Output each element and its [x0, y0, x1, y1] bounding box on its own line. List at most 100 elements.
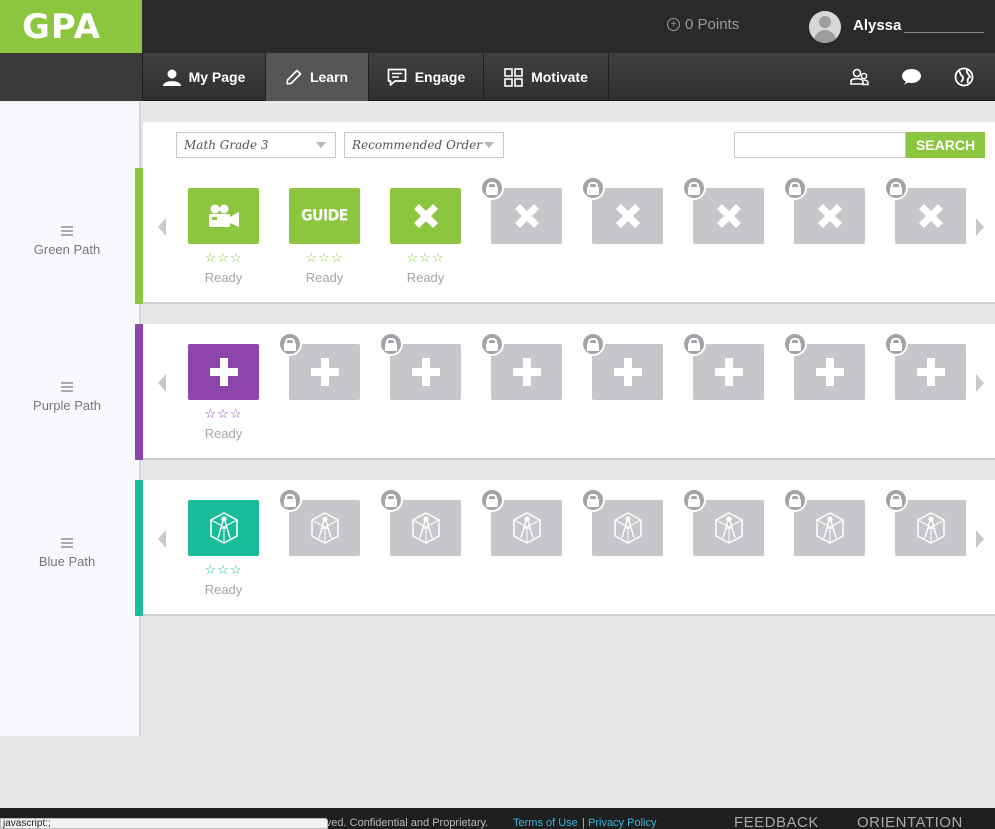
- video-camera-icon: [207, 204, 241, 228]
- nav-engage[interactable]: Engage: [368, 53, 483, 101]
- points-label: 0 Points: [685, 16, 740, 33]
- order-select[interactable]: Recommended Order: [344, 132, 504, 158]
- sidebar-item-blue-path[interactable]: Blue Path: [0, 538, 134, 569]
- terms-link[interactable]: Terms of Use: [513, 817, 578, 829]
- scroll-left-arrow-icon[interactable]: [158, 374, 166, 392]
- locked-activity-tile: [278, 488, 360, 556]
- lock-icon: [480, 332, 504, 356]
- menu-icon: [61, 382, 73, 392]
- star-rating: ☆☆☆: [204, 250, 243, 265]
- user-underline: [904, 32, 984, 33]
- gpa-logo[interactable]: GPA: [0, 0, 142, 53]
- nav-label-my-page: My Page: [188, 69, 246, 85]
- tile-status: Ready: [406, 270, 445, 285]
- scroll-right-arrow-icon[interactable]: [976, 374, 984, 392]
- locked-activity-tile: [379, 488, 461, 556]
- green-path-row: ☆☆☆ Ready GUIDE ☆☆☆ Ready ☆☆☆ Ready: [135, 168, 995, 304]
- activity-tile[interactable]: [390, 188, 461, 244]
- search-input[interactable]: [734, 132, 906, 158]
- x-icon: [814, 200, 846, 232]
- sidebar-item-purple-path[interactable]: Purple Path: [0, 382, 134, 413]
- lock-icon: [278, 488, 302, 512]
- plus-icon: [915, 356, 947, 388]
- chevron-down-icon: [484, 142, 494, 148]
- copyright-text: erved. Confidential and Proprietary.: [316, 817, 489, 829]
- lock-icon: [682, 176, 706, 200]
- lock-icon: [682, 488, 706, 512]
- locked-activity-tile: [278, 332, 360, 400]
- locked-activity-tile: [682, 332, 764, 400]
- tile-status: Ready: [204, 426, 243, 441]
- nav-label-engage: Engage: [414, 69, 466, 85]
- tile-status: Ready: [305, 270, 344, 285]
- locked-activity-tile: [581, 488, 663, 556]
- geometry-cube-icon: [915, 511, 947, 545]
- path-sidebar: Green Path Purple Path Blue Path: [0, 102, 141, 736]
- sidebar-item-green-path[interactable]: Green Path: [0, 226, 134, 257]
- activity-tile[interactable]: [188, 188, 259, 244]
- path-accent-bar: [135, 168, 143, 304]
- locked-activity-tile: [480, 176, 562, 244]
- locked-activity-tile: [682, 488, 764, 556]
- locked-activity-tile: [783, 176, 865, 244]
- sidebar-item-label: Blue Path: [38, 554, 96, 569]
- browser-status-bar: javascript:;: [0, 818, 328, 829]
- lock-icon: [480, 176, 504, 200]
- locked-activity-tile: [581, 176, 663, 244]
- feedback-link[interactable]: FEEDBACK: [734, 814, 819, 829]
- guide-label: GUIDE: [301, 206, 348, 226]
- lock-icon: [379, 332, 403, 356]
- order-select-value: Recommended Order: [352, 138, 483, 152]
- speech-bubble-icon[interactable]: [900, 66, 922, 88]
- plus-icon: [814, 356, 846, 388]
- sidebar-item-label: Green Path: [33, 242, 101, 257]
- nav-my-page[interactable]: My Page: [142, 53, 265, 101]
- plus-icon: [511, 356, 543, 388]
- avatar[interactable]: [809, 11, 841, 43]
- path-accent-bar: [135, 480, 143, 616]
- chevron-down-icon: [316, 142, 326, 148]
- lock-icon: [379, 488, 403, 512]
- activity-tile[interactable]: [188, 500, 259, 556]
- locked-activity-tile: [884, 176, 966, 244]
- scroll-left-arrow-icon[interactable]: [158, 218, 166, 236]
- scroll-right-arrow-icon[interactable]: [976, 218, 984, 236]
- locked-activity-tile: [783, 332, 865, 400]
- footer-separator: |: [582, 817, 585, 829]
- subject-select[interactable]: Math Grade 3: [176, 132, 336, 158]
- lock-icon: [884, 488, 908, 512]
- x-icon: [915, 200, 947, 232]
- nav-learn[interactable]: Learn: [265, 53, 368, 101]
- geometry-cube-icon: [713, 511, 745, 545]
- locked-activity-tile: [884, 488, 966, 556]
- locked-activity-tile: [379, 332, 461, 400]
- star-rating: ☆☆☆: [305, 250, 344, 265]
- pencil-icon: [286, 69, 302, 85]
- locked-activity-tile: [581, 332, 663, 400]
- lock-icon: [783, 332, 807, 356]
- plus-icon: [612, 356, 644, 388]
- plus-icon: [713, 356, 745, 388]
- points-display[interactable]: + 0 Points: [667, 16, 739, 33]
- scroll-right-arrow-icon[interactable]: [976, 530, 984, 548]
- locked-activity-tile: [884, 332, 966, 400]
- x-icon: [612, 200, 644, 232]
- geometry-cube-icon: [612, 511, 644, 545]
- menu-icon: [61, 226, 73, 236]
- search-button[interactable]: SEARCH: [906, 132, 985, 158]
- nav-motivate[interactable]: Motivate: [483, 53, 609, 101]
- username[interactable]: Alyssa: [853, 17, 901, 34]
- plus-icon: [309, 356, 341, 388]
- users-icon[interactable]: [848, 66, 870, 88]
- chat-bubble-icon: [387, 68, 407, 86]
- globe-icon[interactable]: [953, 66, 975, 88]
- activity-tile[interactable]: [188, 344, 259, 400]
- path-accent-bar: [135, 324, 143, 460]
- orientation-link[interactable]: ORIENTATION: [857, 814, 963, 829]
- lock-icon: [884, 332, 908, 356]
- geometry-cube-icon: [814, 511, 846, 545]
- sidebar-item-label: Purple Path: [33, 398, 101, 413]
- scroll-left-arrow-icon[interactable]: [158, 530, 166, 548]
- privacy-link[interactable]: Privacy Policy: [588, 817, 656, 829]
- activity-tile[interactable]: GUIDE: [289, 188, 360, 244]
